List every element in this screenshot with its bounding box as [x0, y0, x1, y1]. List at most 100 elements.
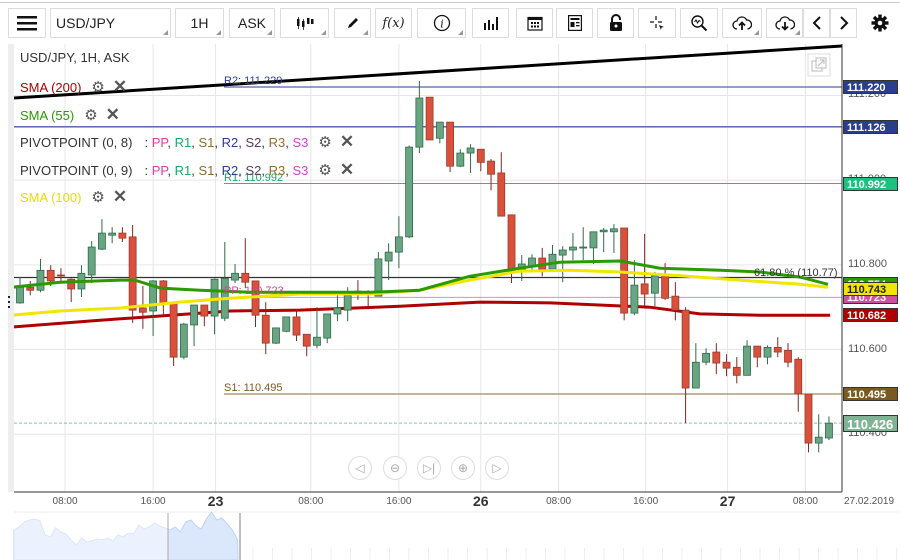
candle-body: [446, 121, 454, 167]
zoom-in-button[interactable]: ⊕: [451, 456, 475, 480]
sma55-label: SMA (55): [20, 107, 75, 123]
candle: [548, 244, 557, 270]
candle: [384, 243, 393, 281]
navigator[interactable]: [13, 511, 900, 560]
pivot-part-r1: R1: [174, 162, 192, 178]
candle: [814, 414, 823, 453]
candle-body: [743, 345, 751, 376]
zoom-out-button[interactable]: ⊖: [383, 456, 407, 480]
pivot-part-r3: R3: [268, 162, 286, 178]
close-icon[interactable]: ✕: [340, 160, 354, 180]
pivot-part-r3: R3: [268, 134, 286, 150]
candle-body: [599, 229, 608, 233]
gear-icon[interactable]: ⚙: [91, 78, 104, 96]
pivot-separator: :: [144, 134, 152, 150]
candle-body: [753, 345, 762, 358]
pp-label: PP: 110.723: [224, 285, 284, 297]
close-icon[interactable]: ✕: [113, 187, 127, 207]
candle: [179, 322, 188, 360]
candle: [753, 345, 762, 368]
candle: [640, 233, 649, 307]
candle-body: [46, 269, 55, 282]
navigator-unselected: [14, 513, 168, 560]
candle: [87, 241, 96, 284]
candle-body: [589, 231, 598, 249]
sma200-label: SMA (200): [20, 79, 82, 95]
close-icon[interactable]: ✕: [340, 132, 354, 152]
price-badge: 111.220: [843, 80, 898, 94]
candle-body: [138, 307, 147, 313]
time-label: 08:00: [792, 496, 818, 507]
time-label: 08:00: [298, 496, 324, 507]
time-label: 08:00: [52, 496, 78, 507]
pivot-part-s2: S2: [245, 134, 262, 150]
pivot-part-s2: S2: [245, 162, 262, 178]
popout-icon[interactable]: [807, 53, 831, 77]
triangle-left-icon: ◁: [355, 461, 365, 475]
candle-body: [610, 228, 618, 233]
skip-end-icon: ▷|: [422, 461, 436, 475]
day-label: 26: [473, 493, 489, 509]
candle-body: [712, 351, 721, 364]
plot-area: [14, 44, 842, 453]
candle: [497, 152, 506, 217]
candle-body: [497, 172, 506, 217]
candle-body: [691, 361, 700, 389]
candle: [763, 345, 772, 365]
candle-body: [128, 236, 137, 311]
candle-body: [179, 323, 188, 358]
candle-body: [435, 121, 444, 139]
pan-left-button[interactable]: ◁: [348, 456, 372, 480]
candle: [599, 227, 608, 253]
candle-body: [16, 286, 24, 304]
price-badge: 110.743: [843, 281, 898, 296]
candle: [292, 309, 301, 342]
candle-body: [333, 307, 342, 315]
candle-body: [190, 304, 198, 326]
candle: [579, 227, 588, 261]
candle: [620, 227, 629, 321]
legend-title-text: USD/JPY, 1H, ASK: [20, 50, 130, 65]
r2-label: R2: 111.220: [224, 75, 283, 87]
candle-body: [466, 147, 475, 154]
candle-body: [476, 148, 485, 163]
candle: [702, 348, 710, 366]
candle: [272, 327, 280, 345]
close-icon[interactable]: ✕: [113, 77, 127, 97]
jump-to-end-button[interactable]: ▷|: [417, 456, 441, 480]
date-label: 27.02.2019: [843, 496, 895, 507]
candle-body: [732, 366, 741, 376]
pan-right-button[interactable]: ▷: [485, 456, 509, 480]
price-chart[interactable]: [0, 0, 900, 560]
close-icon[interactable]: ✕: [106, 105, 120, 125]
price-badge: 111.126: [843, 119, 898, 134]
candle-body: [36, 269, 45, 291]
zoom-in-icon: ⊕: [457, 461, 469, 475]
gear-icon[interactable]: ⚙: [318, 161, 331, 179]
candle-body: [26, 286, 35, 291]
legend-sma100: SMA (100) ⚙ ✕: [20, 187, 127, 207]
candle-body: [394, 236, 403, 253]
drag-handle-icon[interactable]: [8, 296, 10, 308]
candle-body: [825, 422, 833, 439]
candle-body: [620, 227, 629, 314]
candle: [784, 343, 792, 368]
candle-body: [763, 346, 772, 358]
candle: [681, 307, 690, 424]
pivot-part-s3: S3: [292, 162, 309, 178]
candle: [210, 278, 219, 335]
candle-body: [210, 278, 219, 317]
gear-icon[interactable]: ⚙: [91, 188, 104, 206]
pivot1-label: PIVOTPOINT (0, 8): [20, 134, 133, 150]
candle-body: [784, 349, 792, 363]
candle: [149, 280, 158, 336]
gear-icon[interactable]: ⚙: [84, 106, 97, 124]
candle: [394, 216, 403, 269]
pivot-part-r2: R2: [221, 134, 239, 150]
gear-icon[interactable]: ⚙: [318, 133, 331, 151]
candle: [333, 295, 342, 322]
candle: [282, 316, 291, 333]
candle: [374, 252, 383, 297]
candle-body: [487, 160, 495, 175]
candle: [456, 149, 465, 168]
